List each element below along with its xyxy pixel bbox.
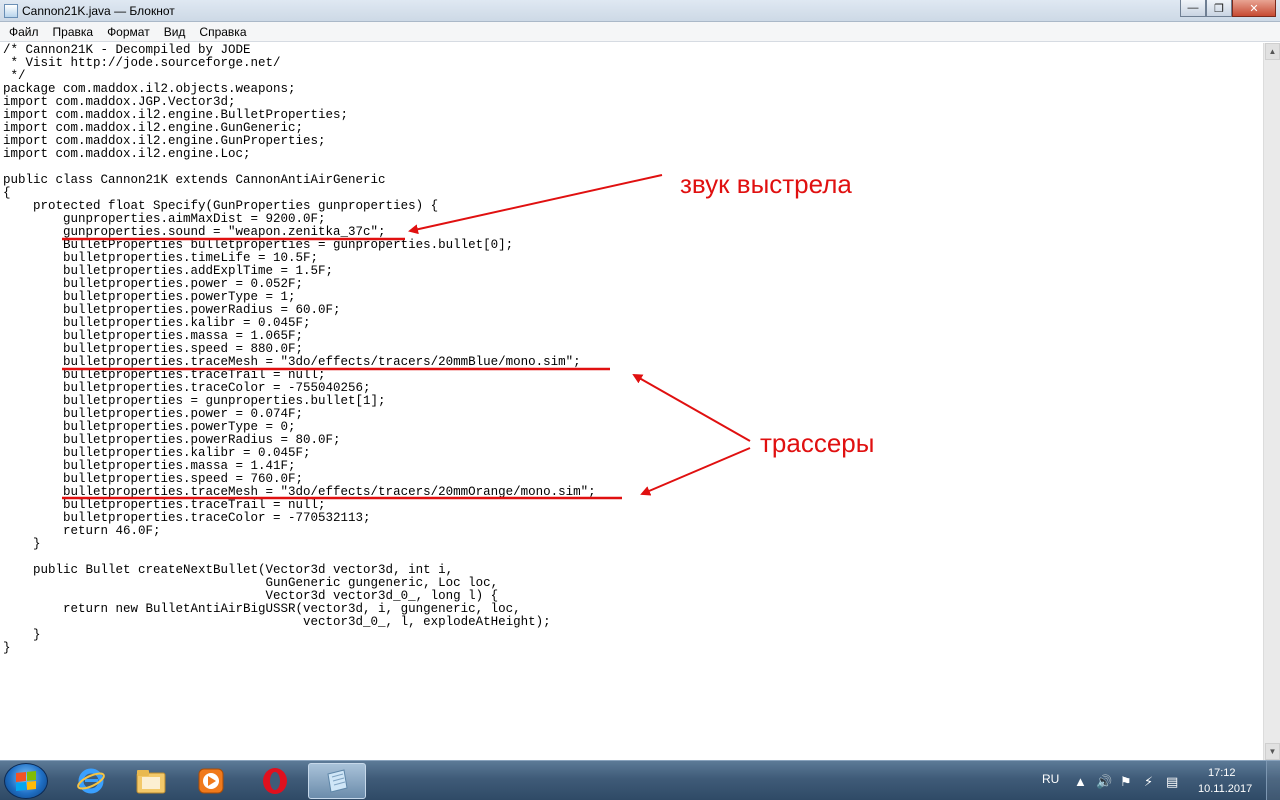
menu-help[interactable]: Справка xyxy=(192,25,253,39)
menu-edit[interactable]: Правка xyxy=(46,25,101,39)
code-line: public class Cannon21K extends CannonAnt… xyxy=(3,173,386,187)
menu-bar: Файл Правка Формат Вид Справка xyxy=(0,22,1280,42)
close-button[interactable]: ✕ xyxy=(1232,0,1276,17)
volume-icon[interactable]: 🔊 xyxy=(1096,774,1112,790)
text-editor[interactable]: /* Cannon21K - Decompiled by JODE * Visi… xyxy=(0,43,1263,760)
menu-file[interactable]: Файл xyxy=(2,25,46,39)
action-center-flag-icon[interactable]: ⚑ xyxy=(1120,774,1132,790)
taskbar-explorer[interactable] xyxy=(122,763,180,799)
show-desktop-button[interactable] xyxy=(1266,761,1280,800)
show-hidden-icons-icon[interactable]: ▲ xyxy=(1074,774,1087,789)
code-line: vector3d_0_, l, explodeAtHeight); xyxy=(3,615,551,629)
code-line: import com.maddox.il2.engine.Loc; xyxy=(3,147,251,161)
menu-format[interactable]: Формат xyxy=(100,25,157,39)
clock-time[interactable]: 17:12 xyxy=(1208,767,1236,779)
title-bar: Cannon21K.java — Блокнот — ❐ ✕ xyxy=(0,0,1280,22)
network-icon[interactable]: ▤ xyxy=(1166,774,1178,790)
notepad-icon xyxy=(4,4,18,18)
code-line: return 46.0F; xyxy=(3,524,161,538)
opera-icon xyxy=(263,768,287,794)
code-line: } xyxy=(3,537,41,551)
media-player-icon xyxy=(198,768,224,794)
vertical-scrollbar[interactable]: ▲ ▼ xyxy=(1263,43,1280,760)
minimize-button[interactable]: — xyxy=(1180,0,1206,17)
windows-logo-icon xyxy=(16,770,36,792)
window-controls: — ❐ ✕ xyxy=(1180,0,1276,18)
tracers-annotation-label: трассеры xyxy=(760,428,875,458)
code-line: * Visit http://jode.sourceforge.net/ xyxy=(3,56,281,70)
scroll-down-icon[interactable]: ▼ xyxy=(1265,743,1280,760)
code-text[interactable]: /* Cannon21K - Decompiled by JODE * Visi… xyxy=(3,44,596,655)
internet-explorer-icon xyxy=(77,768,105,794)
notepad-icon xyxy=(327,769,348,793)
taskbar-ie[interactable] xyxy=(62,763,120,799)
taskbar-media-player[interactable] xyxy=(182,763,240,799)
start-button[interactable] xyxy=(4,763,48,799)
taskbar-notepad[interactable] xyxy=(308,763,366,799)
clock-date[interactable]: 10.11.2017 xyxy=(1198,783,1252,795)
menu-view[interactable]: Вид xyxy=(157,25,193,39)
system-tray: RU ▲ 🔊 ⚑ ⚡ ▤ 17:12 10.11.2017 xyxy=(1020,761,1280,800)
code-line: } xyxy=(3,628,41,642)
sound-annotation-label: звук выстрела xyxy=(680,169,852,199)
scroll-up-icon[interactable]: ▲ xyxy=(1265,43,1280,60)
window-title: Cannon21K.java — Блокнот xyxy=(22,4,175,18)
maximize-button[interactable]: ❐ xyxy=(1206,0,1232,17)
code-line: } xyxy=(3,641,11,655)
taskbar: RU ▲ 🔊 ⚑ ⚡ ▤ 17:12 10.11.2017 xyxy=(0,760,1280,800)
folder-icon xyxy=(136,770,166,794)
taskbar-opera[interactable] xyxy=(246,763,304,799)
power-icon[interactable]: ⚡ xyxy=(1144,774,1153,790)
language-indicator[interactable]: RU xyxy=(1042,772,1059,786)
